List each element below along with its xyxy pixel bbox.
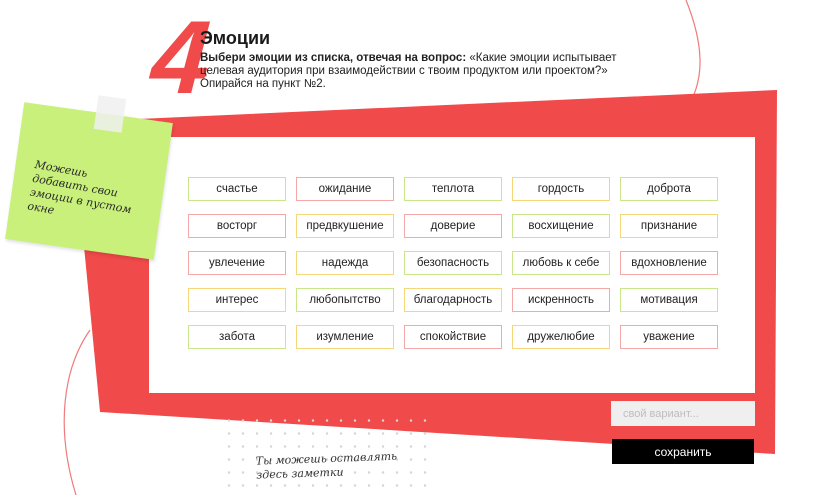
emotion-chip[interactable]: безопасность	[404, 251, 502, 275]
emotion-chip[interactable]: мотивация	[620, 288, 718, 312]
task-description: Выбери эмоции из списка, отвечая на вопр…	[200, 52, 640, 91]
emotion-chip[interactable]: доброта	[620, 177, 718, 201]
emotion-chip[interactable]: восторг	[188, 214, 286, 238]
emotion-chip[interactable]: благодарность	[404, 288, 502, 312]
emotion-chip[interactable]: восхищение	[512, 214, 610, 238]
emotion-chip[interactable]: увлечение	[188, 251, 286, 275]
decor-arc-left	[63, 329, 91, 495]
emotion-chip[interactable]: любовь к себе	[512, 251, 610, 275]
emotion-chip[interactable]: уважение	[620, 325, 718, 349]
emotions-grid: счастье ожидание теплота гордость доброт…	[188, 177, 718, 349]
emotion-chip[interactable]: изумление	[296, 325, 394, 349]
emotion-chip[interactable]: дружелюбие	[512, 325, 610, 349]
emotion-chip[interactable]: интерес	[188, 288, 286, 312]
custom-emotion-input[interactable]	[611, 401, 755, 426]
emotion-chip[interactable]: гордость	[512, 177, 610, 201]
emotion-chip[interactable]: доверие	[404, 214, 502, 238]
emotion-chip[interactable]: счастье	[188, 177, 286, 201]
emotion-chip[interactable]: искренность	[512, 288, 610, 312]
task-question-label: Выбери эмоции из списка, отвечая на вопр…	[200, 52, 467, 64]
emotion-chip[interactable]: надежда	[296, 251, 394, 275]
emotion-chip[interactable]: спокойствие	[404, 325, 502, 349]
page-title: Эмоции	[200, 28, 271, 48]
task-hint: Опирайся на пункт №2.	[200, 78, 326, 90]
emotion-chip[interactable]: вдохновление	[620, 251, 718, 275]
emotion-chip[interactable]: предвкушение	[296, 214, 394, 238]
emotion-chip[interactable]: любопытство	[296, 288, 394, 312]
emotion-chip[interactable]: ожидание	[296, 177, 394, 201]
sticky-tape	[93, 95, 127, 133]
notes-hint: Ты можешь оставлять здесь заметки	[255, 449, 398, 482]
save-button[interactable]: сохранить	[612, 439, 754, 464]
emotion-chip[interactable]: забота	[188, 325, 286, 349]
emotion-chip[interactable]: теплота	[404, 177, 502, 201]
emotion-chip[interactable]: признание	[620, 214, 718, 238]
